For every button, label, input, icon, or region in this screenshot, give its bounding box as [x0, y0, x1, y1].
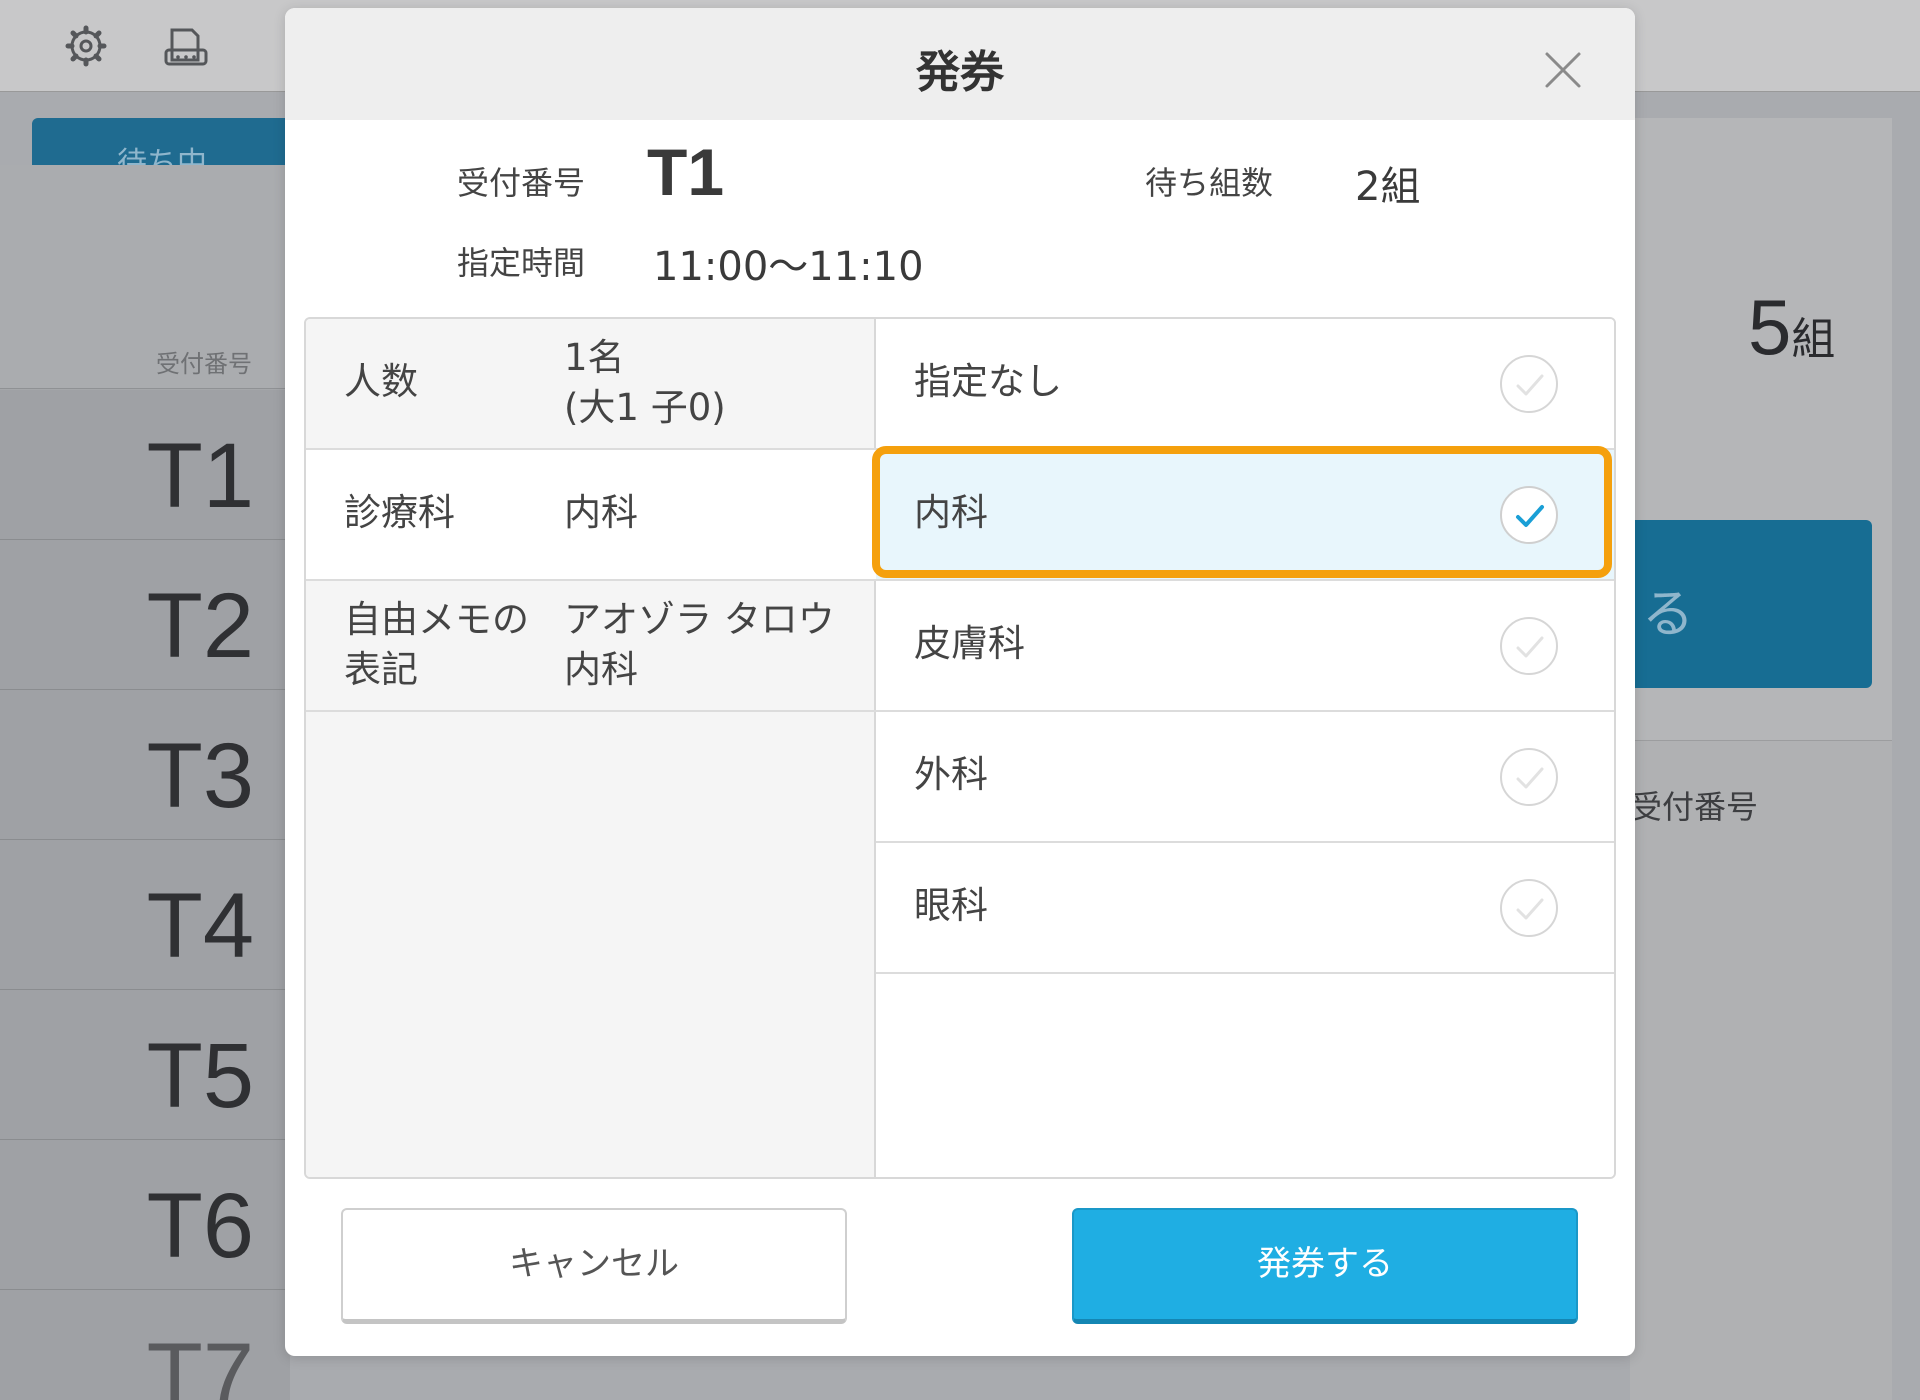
department-option-ophthalmology[interactable]: 眼科 — [876, 843, 1614, 974]
list-item[interactable]: T5 — [0, 990, 290, 1140]
reception-list-header-label: 受付番号 — [156, 350, 252, 378]
checkmark-icon — [1500, 355, 1558, 413]
gear-icon[interactable] — [62, 22, 110, 70]
list-item[interactable]: T2 — [0, 540, 290, 690]
called-panel-label: 受付番号 — [1630, 788, 1759, 826]
cancel-button[interactable]: キャンセル — [341, 1208, 847, 1324]
department-option-surgery[interactable]: 外科 — [876, 712, 1614, 843]
issue-ticket-button-bg[interactable]: る — [1630, 520, 1872, 688]
reception-number-value: T1 — [647, 135, 725, 209]
details-column: 人数 1名 (大1 子0) 診療科 内科 自由メモの 表記 アオゾラ タロウ 内… — [306, 319, 876, 1177]
department-option-none[interactable]: 指定なし — [876, 319, 1614, 450]
scheduled-time-value: 11:00〜11:10 — [653, 244, 924, 290]
department-option-dermatology[interactable]: 皮膚科 — [876, 581, 1614, 712]
waiting-groups-label: 待ち組数 — [1145, 164, 1274, 202]
waiting-groups-value: 2組 — [1355, 164, 1421, 210]
list-item[interactable]: T6 — [0, 1140, 290, 1290]
checkmark-icon — [1500, 879, 1558, 937]
reception-number-label: 受付番号 — [457, 164, 586, 202]
scheduled-time-label: 指定時間 — [457, 244, 586, 282]
list-item[interactable]: T7 — [0, 1290, 290, 1400]
waiting-count: 5組 — [1748, 283, 1836, 371]
checkmark-icon — [1500, 748, 1558, 806]
issue-ticket-button[interactable]: 発券する — [1072, 1208, 1578, 1324]
checkmark-icon — [1500, 617, 1558, 675]
dialog-title: 発券 — [916, 47, 1004, 98]
detail-row-memo: 自由メモの 表記 アオゾラ タロウ 内科 — [306, 581, 876, 712]
issue-ticket-dialog: 発券 受付番号 T1 待ち組数 2組 指定時間 11:00〜11:10 人数 1… — [285, 8, 1635, 1356]
close-icon[interactable] — [1541, 48, 1585, 92]
list-item[interactable]: T4 — [0, 840, 290, 990]
called-panel — [1630, 740, 1892, 1400]
detail-row-department: 診療科 内科 — [306, 450, 876, 581]
list-item[interactable]: T1 — [0, 390, 290, 540]
dialog-header: 発券 — [285, 8, 1635, 120]
selection-highlight — [872, 446, 1612, 578]
detail-row-people: 人数 1名 (大1 子0) — [306, 319, 876, 450]
list-item[interactable]: T3 — [0, 690, 290, 840]
printer-icon[interactable] — [162, 22, 210, 70]
